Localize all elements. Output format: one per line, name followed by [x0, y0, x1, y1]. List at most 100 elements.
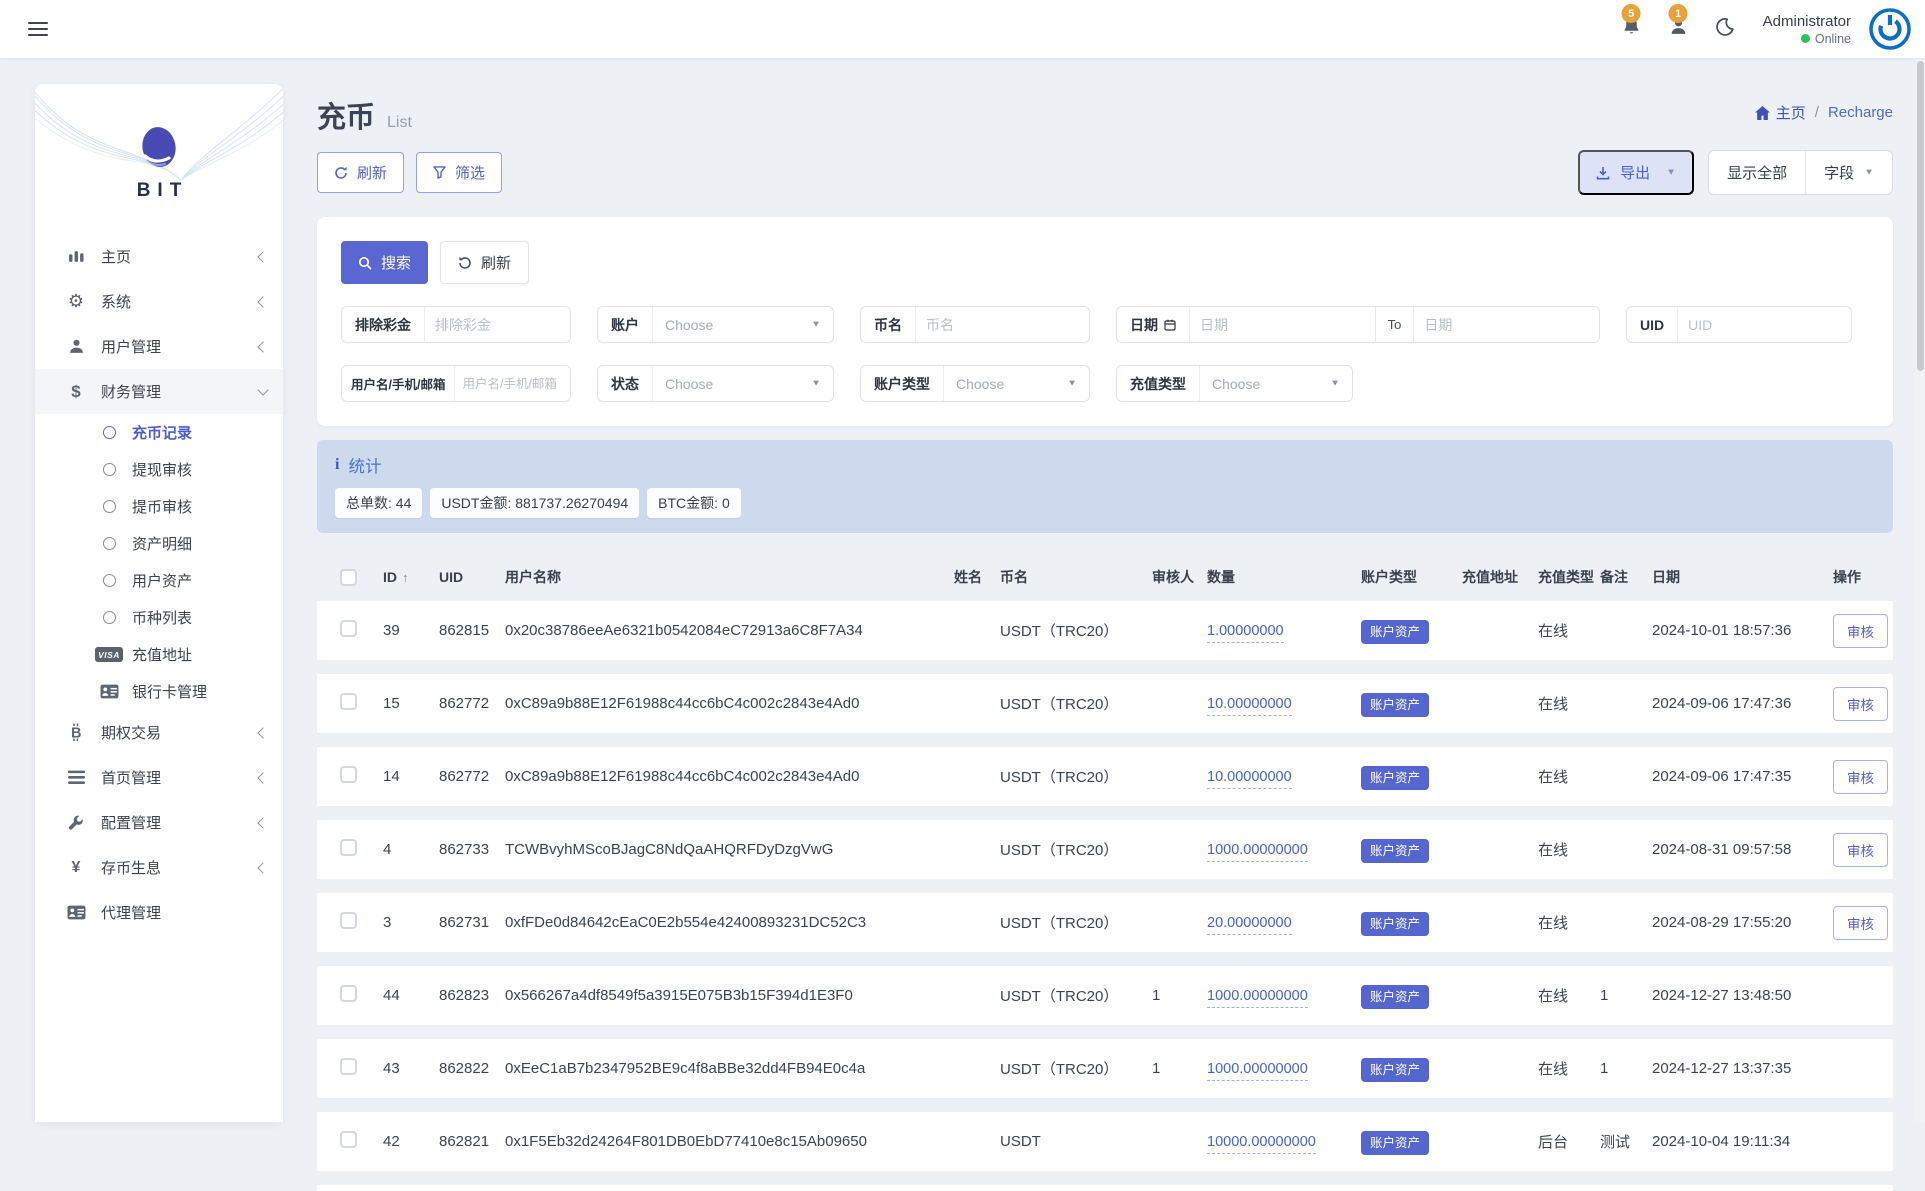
- sidebar-item[interactable]: 配置管理: [35, 800, 283, 845]
- filter-select[interactable]: Choose ▼: [1199, 366, 1352, 401]
- display-all-button[interactable]: 显示全部: [1709, 151, 1805, 194]
- sidebar-item[interactable]: B 期权交易: [35, 710, 283, 755]
- filter-input[interactable]: [454, 366, 570, 401]
- row-checkbox[interactable]: [340, 620, 357, 637]
- filter-field: 日期 To: [1116, 306, 1600, 343]
- row-checkbox[interactable]: [340, 839, 357, 856]
- logo-text: BIT: [136, 180, 189, 201]
- refresh-button[interactable]: 刷新: [317, 152, 405, 193]
- amount-link[interactable]: 1000.00000000: [1207, 988, 1308, 1008]
- sidebar-subitem[interactable]: 充币记录: [35, 414, 283, 451]
- column-header[interactable]: 充值类型: [1538, 567, 1600, 587]
- page-scrollbar[interactable]: [1915, 58, 1925, 1122]
- account-type-badge: 账户资产: [1361, 620, 1430, 644]
- row-checkbox[interactable]: [340, 912, 357, 929]
- cell-id: 44: [383, 987, 400, 1004]
- sidebar-subitem[interactable]: 提币审核: [35, 488, 283, 525]
- filter-input[interactable]: [915, 307, 1089, 342]
- cell-username: 0xEeC1aB7b2347952BE9c4f8aBBe32dd4FB94E0c…: [505, 1060, 866, 1077]
- column-header[interactable]: ID ↑: [383, 569, 439, 585]
- date-to-input[interactable]: [1414, 307, 1599, 342]
- column-header[interactable]: 姓名: [954, 567, 1000, 587]
- scrollbar-thumb[interactable]: [1916, 61, 1924, 371]
- date-from-input[interactable]: [1189, 307, 1375, 342]
- fields-dropdown-button[interactable]: 字段 ▼: [1805, 151, 1892, 194]
- column-header[interactable]: 日期: [1652, 567, 1833, 587]
- cell-recharge-type: 在线: [1538, 915, 1569, 932]
- sidebar-item[interactable]: 主页: [35, 234, 283, 279]
- cell-id: 43: [383, 1060, 400, 1077]
- cell-uid: 862772: [439, 695, 490, 712]
- filter-select[interactable]: Choose ▼: [652, 366, 833, 401]
- sidebar-item[interactable]: 用户管理: [35, 324, 283, 369]
- amount-link[interactable]: 10.00000000: [1207, 696, 1292, 716]
- notification-bell-button[interactable]: 5: [1617, 4, 1646, 46]
- row-checkbox[interactable]: [340, 985, 357, 1002]
- user-menu[interactable]: Administrator Online: [1763, 13, 1851, 46]
- theme-toggle-button[interactable]: [1711, 13, 1739, 46]
- sidebar-subitem[interactable]: VISA 充值地址: [35, 636, 283, 673]
- sidebar-item[interactable]: ¥ 存币生息: [35, 845, 283, 890]
- filter-field: UID: [1626, 306, 1852, 343]
- sidebar-subitem[interactable]: 币种列表: [35, 599, 283, 636]
- audit-button[interactable]: 审核: [1833, 686, 1888, 721]
- sidebar-item[interactable]: 首页管理: [35, 755, 283, 800]
- audit-button[interactable]: 审核: [1833, 832, 1888, 867]
- sidebar-subitem[interactable]: 银行卡管理: [35, 673, 283, 710]
- column-header[interactable]: 账户类型: [1361, 567, 1462, 587]
- filter-input[interactable]: [424, 307, 570, 342]
- row-checkbox[interactable]: [340, 766, 357, 783]
- column-header[interactable]: 用户名称: [505, 567, 954, 587]
- column-header[interactable]: 数量: [1207, 567, 1361, 587]
- reset-button[interactable]: 刷新: [440, 241, 530, 284]
- sort-up-icon[interactable]: ↑: [402, 570, 409, 585]
- search-button[interactable]: 搜索: [341, 241, 429, 284]
- amount-link[interactable]: 1000.00000000: [1207, 842, 1308, 862]
- amount-link[interactable]: 10000.00000000: [1207, 1134, 1316, 1154]
- column-header[interactable]: 审核人: [1152, 567, 1207, 587]
- chevron-down-icon: ▼: [1666, 167, 1677, 178]
- row-checkbox[interactable]: [340, 693, 357, 710]
- breadcrumb-current-link[interactable]: Recharge: [1828, 104, 1893, 121]
- amount-link[interactable]: 1.00000000: [1207, 623, 1284, 643]
- select-all-checkbox[interactable]: [340, 568, 357, 586]
- cell-coin: USDT（TRC20）: [1000, 623, 1119, 640]
- sidebar-subitem[interactable]: 提现审核: [35, 451, 283, 488]
- amount-link[interactable]: 10.00000000: [1207, 769, 1292, 789]
- amount-link[interactable]: 1000.00000000: [1207, 1061, 1308, 1081]
- column-header[interactable]: 操作: [1833, 567, 1893, 587]
- filter-input[interactable]: [1677, 307, 1851, 342]
- audit-button[interactable]: 审核: [1833, 613, 1888, 648]
- filter-select[interactable]: Choose ▼: [943, 366, 1089, 401]
- filter-button[interactable]: 筛选: [416, 152, 503, 193]
- column-header[interactable]: 币名: [1000, 567, 1152, 587]
- column-header[interactable]: 备注: [1600, 567, 1652, 587]
- sidebar-item[interactable]: $ 财务管理: [35, 369, 283, 414]
- filter-select[interactable]: Choose ▼: [652, 307, 833, 342]
- sidebar-item[interactable]: 代理管理: [35, 890, 283, 935]
- row-checkbox[interactable]: [340, 1131, 357, 1148]
- cell-coin: USDT（TRC20）: [1000, 769, 1119, 786]
- account-type-badge: 账户资产: [1361, 839, 1430, 863]
- sidebar-subitem[interactable]: 资产明细: [35, 525, 283, 562]
- column-header[interactable]: UID: [439, 569, 505, 585]
- sidebar-item[interactable]: ⚙ 系统: [35, 279, 283, 324]
- cell-id: 15: [383, 695, 400, 712]
- breadcrumb-home-link[interactable]: 主页: [1754, 102, 1806, 123]
- notification-user-button[interactable]: 1: [1664, 4, 1693, 46]
- avatar[interactable]: [1869, 8, 1911, 50]
- hamburger-menu-icon[interactable]: [28, 18, 48, 39]
- cell-coin: USDT（TRC20）: [1000, 842, 1119, 859]
- export-button[interactable]: 导出 ▼: [1578, 150, 1695, 195]
- page-subtitle: List: [387, 114, 412, 131]
- filter-field: 账户类型 Choose ▼: [860, 365, 1090, 402]
- sidebar-subitem[interactable]: 用户资产: [35, 562, 283, 599]
- audit-button[interactable]: 审核: [1833, 905, 1888, 940]
- audit-button[interactable]: 审核: [1833, 759, 1888, 794]
- column-header[interactable]: 充值地址: [1462, 567, 1538, 587]
- row-checkbox[interactable]: [340, 1058, 357, 1075]
- display-options-group: 显示全部 字段 ▼: [1708, 150, 1893, 195]
- cell-username: 0xC89a9b88E12F61988c44cc6bC4c002c2843e4A…: [505, 695, 860, 712]
- amount-link[interactable]: 20.00000000: [1207, 915, 1292, 935]
- account-type-badge: 账户资产: [1361, 766, 1430, 790]
